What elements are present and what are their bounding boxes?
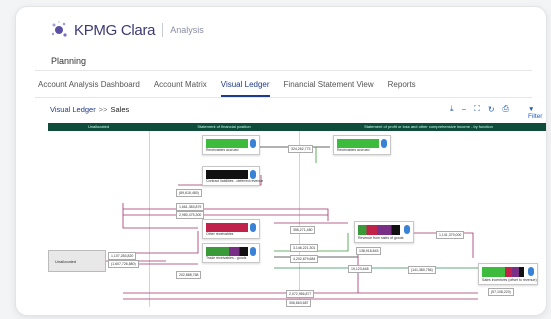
- node-info-icon[interactable]: [404, 225, 410, 234]
- amount-label: 2,980,475,300: [176, 211, 205, 219]
- node-bar: [206, 170, 248, 179]
- amount-label: (141,380,756): [408, 266, 436, 274]
- app-window: KPMG Clara Analysis Planning Account Ana…: [15, 6, 547, 316]
- ledger-node[interactable]: Revenue from sales of goods: [354, 221, 414, 243]
- link: [123, 231, 199, 254]
- node-label: Trade receivables - goods: [206, 256, 247, 260]
- node-bar: [337, 139, 379, 148]
- ledger-node[interactable]: Receivables accrued: [202, 135, 260, 155]
- amount-label: 138,918,843: [356, 247, 382, 255]
- tab-visual-ledger[interactable]: Visual Ledger: [220, 80, 270, 97]
- amount-label: (57,108,220): [488, 288, 514, 296]
- node-label: Receivables accrued: [206, 148, 239, 152]
- breadcrumb-root[interactable]: Visual Ledger: [50, 105, 96, 114]
- ledger-node[interactable]: Other receivables: [202, 219, 260, 239]
- tab-financial-statement-view[interactable]: Financial Statement View: [284, 80, 374, 97]
- app-section: Analysis: [170, 25, 204, 35]
- amount-label: 2,072,956,877: [286, 290, 315, 298]
- visual-ledger-canvas[interactable]: Unallocated Statement of financial posit…: [48, 123, 546, 307]
- node-label: Contract liabilities - deferred revenue: [206, 179, 264, 183]
- divider: [35, 97, 532, 98]
- amount-label: 1,661,383,879: [176, 203, 205, 211]
- node-bar: [358, 225, 400, 235]
- brand: KPMG Clara Analysis: [50, 17, 204, 43]
- ledger-node[interactable]: Receivables accrued: [333, 135, 391, 155]
- breadcrumb: Visual Ledger >> Sales: [50, 105, 129, 114]
- amount-label: (89,618,480): [176, 189, 202, 197]
- refresh-icon[interactable]: ↻: [488, 105, 495, 114]
- node-bar: [482, 267, 524, 277]
- brand-divider: [162, 23, 164, 37]
- amount-label: 1,107,283,820: [108, 252, 137, 260]
- node-label: Receivables accrued: [337, 148, 370, 152]
- toolbar: ⤓ − ⛶ ↻ ⎙: [450, 104, 517, 114]
- amount-label: 324,262,773: [288, 145, 314, 153]
- ledger-node[interactable]: Contract liabilities - deferred revenue: [202, 166, 264, 186]
- amount-label: 3,146,221,301: [290, 244, 319, 252]
- amount-label: 19,123,648: [348, 265, 372, 273]
- page-title: Planning: [51, 56, 87, 66]
- node-info-icon[interactable]: [250, 247, 256, 256]
- node-info-icon[interactable]: [250, 223, 256, 232]
- divider: [35, 70, 532, 71]
- node-bar: [206, 247, 248, 256]
- node-info-icon[interactable]: [381, 139, 387, 148]
- filter-label: Filter: [528, 113, 543, 120]
- node-label: Sales incentives (offset to revenue): [482, 278, 537, 282]
- amount-label: 4,202,679,684: [290, 255, 319, 263]
- node-info-icon[interactable]: [528, 267, 534, 276]
- node-bar: [206, 223, 248, 232]
- amount-label: 356,271,480: [290, 226, 316, 234]
- node-bar: [206, 139, 248, 148]
- ledger-node[interactable]: Trade receivables - goods: [202, 243, 260, 263]
- breadcrumb-current: Sales: [110, 105, 130, 114]
- print-icon[interactable]: ⎙: [503, 104, 509, 114]
- node-info-icon[interactable]: [250, 170, 256, 179]
- amount-label: (1,607,726,880): [108, 260, 139, 268]
- amount-label: 202,888,768: [176, 271, 202, 279]
- node-info-icon[interactable]: [250, 139, 256, 148]
- app-name: KPMG Clara: [74, 21, 156, 39]
- filter-button[interactable]: ▼ Filter: [528, 106, 546, 120]
- tab-bar: Account Analysis Dashboard Account Matri…: [38, 80, 430, 97]
- amount-label: 306,663,687: [286, 299, 312, 307]
- node-label: Other receivables: [206, 232, 234, 236]
- breadcrumb-separator: >>: [98, 105, 108, 114]
- tab-account-matrix[interactable]: Account Matrix: [154, 80, 207, 97]
- tab-reports[interactable]: Reports: [388, 80, 416, 97]
- zoom-out-icon[interactable]: −: [462, 105, 467, 114]
- node-label: Revenue from sales of goods: [358, 236, 404, 240]
- unallocated-node[interactable]: Unallocated: [48, 250, 106, 272]
- fit-screen-icon[interactable]: ⛶: [474, 104, 480, 114]
- tab-account-analysis-dashboard[interactable]: Account Analysis Dashboard: [38, 80, 140, 97]
- ledger-node[interactable]: Sales incentives (offset to revenue): [478, 263, 538, 285]
- download-icon[interactable]: ⤓: [450, 104, 454, 114]
- kpmg-clara-logo-icon: [51, 21, 67, 37]
- amount-label: 1,141,379,000: [436, 231, 465, 239]
